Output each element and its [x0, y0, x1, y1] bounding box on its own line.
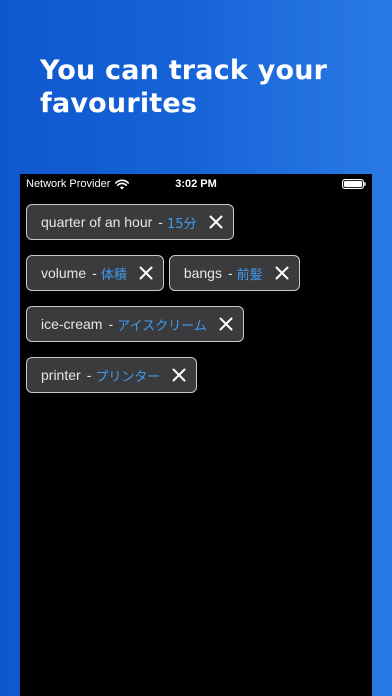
chip-separator: - [86, 367, 92, 383]
close-icon[interactable] [135, 262, 157, 284]
phone-screen: Network Provider 3:02 PM quarter of an h… [20, 174, 372, 696]
chip-row: ice-cream - アイスクリーム [26, 306, 366, 342]
close-icon[interactable] [215, 313, 237, 335]
chip-term: ice-cream [41, 316, 103, 332]
chip-term: quarter of an hour [41, 214, 153, 230]
battery-icon [342, 179, 366, 189]
favourites-list: quarter of an hour - 15分 volume - 体積 ban… [26, 204, 366, 408]
chip-translation: 体積 [100, 267, 127, 283]
status-bar: Network Provider 3:02 PM [20, 174, 372, 194]
chip-translation: 15分 [166, 216, 197, 232]
favourite-chip[interactable]: printer - プリンター [26, 357, 198, 393]
close-icon[interactable] [271, 262, 293, 284]
chip-term: printer [41, 367, 81, 383]
close-icon[interactable] [205, 211, 227, 233]
chip-translation: アイスクリーム [117, 318, 207, 334]
chip-separator: - [158, 214, 163, 230]
chip-term: bangs [183, 265, 222, 281]
chip-term: volume [41, 265, 87, 281]
chip-separator: - [92, 265, 97, 281]
chip-translation: 前髪 [236, 267, 263, 283]
close-icon[interactable] [168, 364, 190, 386]
chip-row: printer - プリンター [26, 357, 366, 393]
favourite-chip[interactable]: quarter of an hour - 15分 [26, 204, 234, 240]
favourite-chip[interactable]: bangs - 前髪 [168, 255, 300, 291]
promo-headline: You can track your favourites [40, 55, 328, 119]
favourite-chip[interactable]: ice-cream - アイスクリーム [26, 306, 244, 342]
status-time: 3:02 PM [175, 178, 217, 190]
favourite-chip[interactable]: volume - 体積 [26, 255, 164, 291]
chip-row: quarter of an hour - 15分 [26, 204, 366, 240]
chip-translation: プリンター [95, 369, 161, 385]
chip-separator: - [108, 316, 114, 332]
chip-separator: - [227, 265, 233, 281]
chip-row: volume - 体積 bangs - 前髪 [26, 255, 366, 291]
